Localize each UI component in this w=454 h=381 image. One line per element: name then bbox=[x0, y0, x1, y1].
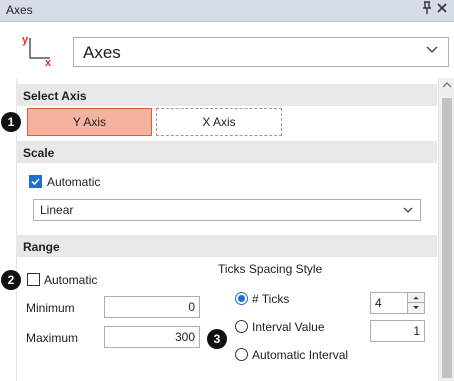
axes-dropdown-value: Axes bbox=[83, 43, 121, 62]
interval-value-radio[interactable] bbox=[235, 320, 248, 333]
checkmark-icon bbox=[31, 178, 40, 186]
spin-up-icon[interactable] bbox=[408, 293, 424, 303]
chevron-down-icon bbox=[426, 46, 438, 53]
scale-automatic-label: Automatic bbox=[47, 175, 101, 189]
maximum-input[interactable]: 300 bbox=[104, 326, 200, 348]
callout-badge-1: 1 bbox=[1, 112, 21, 132]
scroll-up-icon[interactable] bbox=[442, 81, 452, 89]
section-scale: Scale bbox=[16, 141, 437, 163]
scrollbar-thumb[interactable] bbox=[442, 98, 452, 378]
scale-type-value: Linear bbox=[40, 203, 74, 217]
ticks-spacing-heading: Ticks Spacing Style bbox=[218, 262, 323, 276]
axes-icon: y x bbox=[22, 32, 56, 69]
chevron-down-icon bbox=[403, 207, 413, 213]
num-ticks-input[interactable]: 4 bbox=[370, 292, 408, 314]
range-automatic-checkbox[interactable] bbox=[27, 273, 40, 286]
automatic-interval-label: Automatic Interval bbox=[252, 348, 349, 362]
automatic-interval-radio[interactable] bbox=[235, 348, 248, 361]
scale-automatic-checkbox[interactable] bbox=[29, 175, 42, 188]
range-automatic-label: Automatic bbox=[44, 273, 98, 287]
scale-type-select[interactable]: Linear bbox=[33, 199, 421, 221]
y-axis-button[interactable]: Y Axis bbox=[27, 108, 152, 136]
callout-badge-3: 3 bbox=[207, 329, 227, 349]
minimum-input[interactable]: 0 bbox=[104, 296, 200, 318]
callout-badge-2: 2 bbox=[1, 270, 21, 290]
axes-dropdown[interactable]: Axes bbox=[73, 37, 449, 67]
vertical-scrollbar[interactable] bbox=[438, 78, 454, 381]
num-ticks-label: # Ticks bbox=[252, 292, 290, 306]
num-ticks-spinner[interactable] bbox=[407, 292, 425, 314]
num-ticks-radio[interactable] bbox=[235, 292, 248, 305]
axes-icon-y: y bbox=[22, 34, 29, 46]
maximum-label: Maximum bbox=[26, 331, 79, 345]
x-axis-button[interactable]: X Axis bbox=[156, 108, 282, 136]
section-select-axis: Select Axis bbox=[16, 84, 437, 106]
section-range: Range bbox=[16, 235, 437, 257]
interval-value-input[interactable]: 1 bbox=[370, 320, 425, 342]
minimum-label: Minimum bbox=[26, 301, 75, 315]
spin-down-icon[interactable] bbox=[408, 303, 424, 313]
interval-value-label: Interval Value bbox=[252, 320, 325, 334]
panel-title: Axes bbox=[6, 3, 33, 17]
close-icon[interactable] bbox=[437, 1, 447, 19]
pin-icon[interactable] bbox=[421, 1, 433, 19]
axes-icon-x: x bbox=[45, 57, 52, 66]
panel-titlebar: Axes bbox=[0, 0, 454, 22]
